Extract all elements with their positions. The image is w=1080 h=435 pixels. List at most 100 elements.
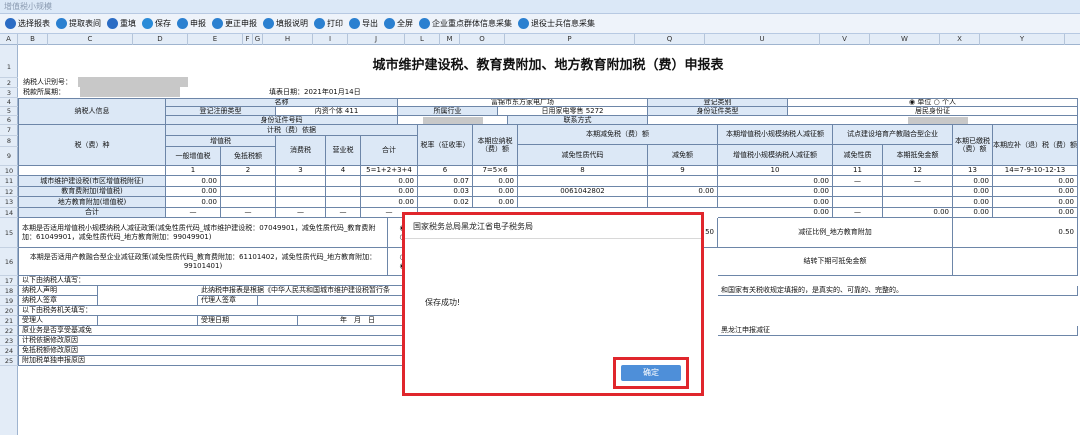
row-header-cell[interactable]: 21 <box>0 316 18 326</box>
row-3-small[interactable]: 0.00 <box>718 197 833 208</box>
agent-value[interactable] <box>258 296 418 306</box>
row-2-code[interactable]: 0061042802 <box>518 187 648 197</box>
column-header-cell[interactable]: M <box>440 34 460 45</box>
row-header-cell[interactable]: 22 <box>0 326 18 336</box>
row-1-pamt[interactable]: — <box>883 176 953 187</box>
toolbar-button-8[interactable]: 打印 <box>311 15 346 33</box>
column-header-cell[interactable]: P <box>505 34 635 45</box>
row-header-cell[interactable]: 1 <box>0 57 18 78</box>
carry-value[interactable] <box>953 248 1078 276</box>
row-2-blank[interactable] <box>276 187 326 197</box>
row-header-cell[interactable]: 5 <box>0 107 18 116</box>
row-2-pamt[interactable] <box>883 187 953 197</box>
row-3-due[interactable]: 0.00 <box>993 197 1078 208</box>
column-header-cell[interactable]: X <box>940 34 980 45</box>
ok-button[interactable]: 确定 <box>621 365 681 381</box>
column-header-cell[interactable]: D <box>133 34 188 45</box>
row-header-cell[interactable]: 20 <box>0 306 18 316</box>
toolbar-button-5[interactable]: 申报 <box>174 15 209 33</box>
idtype-value[interactable]: 居民身份证 <box>788 107 1078 116</box>
row-header-cell[interactable]: 16 <box>0 248 18 276</box>
row-header-cell[interactable]: 2 <box>0 78 18 88</box>
row-header-cell[interactable]: 19 <box>0 296 18 306</box>
row-3-code[interactable] <box>518 197 648 208</box>
toolbar-button-6[interactable]: 更正申报 <box>209 15 260 33</box>
row-1-blank[interactable] <box>221 176 276 187</box>
row-2-blank[interactable] <box>326 187 361 197</box>
row-3-reduce[interactable] <box>648 197 718 208</box>
row-1-rate[interactable]: 0.07 <box>418 176 473 187</box>
row-3-rate[interactable]: 0.02 <box>418 197 473 208</box>
industry-value[interactable]: 日用家电零售 5272 <box>498 107 648 116</box>
row-2-blank[interactable] <box>221 187 276 197</box>
row-3-blank[interactable] <box>221 197 276 208</box>
row-3-pcode[interactable] <box>833 197 883 208</box>
row-1-blank[interactable] <box>276 176 326 187</box>
row-1-total[interactable]: 0.00 <box>361 176 418 187</box>
row-header-cell[interactable]: 23 <box>0 336 18 346</box>
toolbar-button-7[interactable]: 填报说明 <box>260 15 311 33</box>
toolbar-button-9[interactable]: 导出 <box>346 15 381 33</box>
row-2-paid[interactable]: 0.00 <box>953 187 993 197</box>
ratio-value[interactable]: 0.50 <box>953 218 1078 248</box>
row-header-cell[interactable]: 13 <box>0 197 18 208</box>
column-header-cell[interactable]: J <box>348 34 405 45</box>
row-3-total[interactable]: 0.00 <box>361 197 418 208</box>
column-header-cell[interactable]: H <box>263 34 313 45</box>
row-header-cell[interactable]: 10 <box>0 166 18 176</box>
row-header-cell[interactable]: 25 <box>0 356 18 366</box>
row-2-reduce[interactable]: 0.00 <box>648 187 718 197</box>
row-1-code[interactable] <box>518 176 648 187</box>
row-header-cell[interactable]: 18 <box>0 286 18 296</box>
row-2-amt[interactable]: 0.00 <box>166 187 221 197</box>
row-header-cell[interactable]: 14 <box>0 208 18 218</box>
receiver-value[interactable] <box>98 316 198 326</box>
category-radio[interactable]: ◉ 单位 ○ 个人 <box>788 98 1078 107</box>
toolbar-button-1[interactable]: 选择报表 <box>2 15 53 33</box>
row-header-cell[interactable]: 6 <box>0 116 18 125</box>
row-1-reduce[interactable] <box>648 176 718 187</box>
sign-value[interactable] <box>98 296 198 306</box>
row-header-cell[interactable]: 15 <box>0 218 18 248</box>
row-header-cell[interactable]: 7 <box>0 125 18 136</box>
column-header-cell[interactable]: E <box>188 34 243 45</box>
row-2-payable[interactable]: 0.00 <box>473 187 518 197</box>
individual-radio[interactable]: ○ <box>934 99 940 106</box>
row-1-amt[interactable]: 0.00 <box>166 176 221 187</box>
row-2-pcode[interactable] <box>833 187 883 197</box>
toolbar-button-12[interactable]: 退役士兵信息采集 <box>515 15 598 33</box>
column-header-cell[interactable]: U <box>705 34 820 45</box>
row-1-blank[interactable] <box>326 176 361 187</box>
row-2-small[interactable]: 0.00 <box>718 187 833 197</box>
column-header-cell[interactable]: O <box>460 34 505 45</box>
row-3-blank[interactable] <box>326 197 361 208</box>
column-header-cell[interactable]: A <box>0 34 18 45</box>
row-header-cell[interactable]: 4 <box>0 98 18 107</box>
column-header-cell[interactable]: C <box>48 34 133 45</box>
row-1-small[interactable]: 0.00 <box>718 176 833 187</box>
row-1-due[interactable]: 0.00 <box>993 176 1078 187</box>
toolbar-button-2[interactable]: 提取表间 <box>53 15 104 33</box>
row-3-blank[interactable] <box>276 197 326 208</box>
toolbar-button-3[interactable]: 重填 <box>104 15 139 33</box>
row-1-payable[interactable]: 0.00 <box>473 176 518 187</box>
column-header-cell[interactable]: L <box>405 34 440 45</box>
column-header-cell[interactable]: B <box>18 34 48 45</box>
row-3-paid[interactable]: 0.00 <box>953 197 993 208</box>
row-1-pcode[interactable]: — <box>833 176 883 187</box>
column-header-cell[interactable]: I <box>313 34 348 45</box>
r22-right[interactable]: 黑龙江申报减征 <box>718 326 1078 336</box>
row-2-total[interactable]: 0.00 <box>361 187 418 197</box>
row-3-amt[interactable]: 0.00 <box>166 197 221 208</box>
row-header-cell[interactable]: 17 <box>0 276 18 286</box>
column-header-cell[interactable]: F <box>243 34 253 45</box>
toolbar-button-10[interactable]: 全屏 <box>381 15 416 33</box>
reg-value[interactable]: 内资个体 411 <box>276 107 398 116</box>
row-1-paid[interactable]: 0.00 <box>953 176 993 187</box>
column-header-cell[interactable]: Q <box>635 34 705 45</box>
toolbar-button-11[interactable]: 企业重点群体信息采集 <box>416 15 515 33</box>
row-3-pamt[interactable] <box>883 197 953 208</box>
row-header-cell[interactable]: 8 <box>0 136 18 147</box>
row-header-cell[interactable]: 9 <box>0 147 18 166</box>
column-header-cell[interactable]: V <box>820 34 870 45</box>
